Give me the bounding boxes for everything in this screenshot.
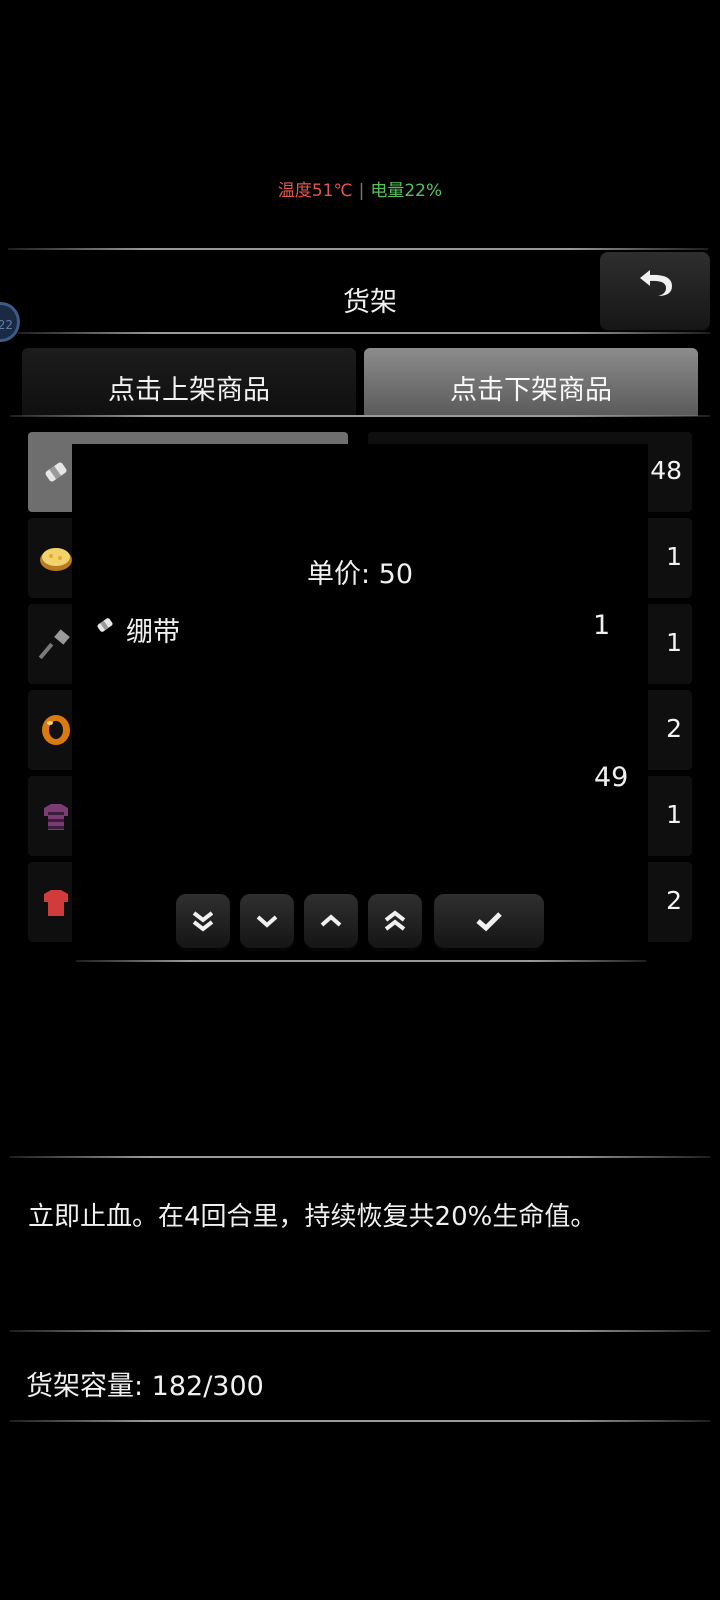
- selected-quantity: 1: [593, 610, 611, 641]
- decrease-max-button[interactable]: [176, 894, 230, 948]
- header-top-divider: [8, 248, 708, 250]
- tab-list-item[interactable]: 点击上架商品: [22, 348, 356, 416]
- hammer-icon: [38, 629, 70, 660]
- header-bottom-divider: [18, 332, 710, 334]
- item-count: 48: [650, 456, 682, 485]
- item-count: 1: [666, 800, 682, 829]
- confirm-check-icon: [476, 912, 502, 932]
- item-name: 绷带: [126, 617, 180, 648]
- tab-unlist-item[interactable]: 点击下架商品: [364, 348, 698, 416]
- increase-icon: [320, 914, 342, 927]
- temperature-text: 温度51℃: [277, 181, 353, 201]
- red-shirt-icon: [44, 890, 68, 916]
- striped-shirt-icon: [44, 804, 68, 830]
- item-count: 1: [666, 542, 682, 571]
- description-top-divider: [10, 1156, 710, 1158]
- stock-total: 49: [594, 762, 629, 793]
- bandage-icon: [97, 618, 113, 632]
- system-status-overlay: 温度51℃ | 电量22%: [0, 176, 720, 201]
- item-count: 2: [666, 714, 682, 743]
- undo-arrow-icon: [640, 270, 672, 296]
- dialog-bottom-divider: [76, 960, 646, 962]
- decrease-button[interactable]: [240, 894, 294, 948]
- item-description: 立即止血。在4回合里，持续恢复共20%生命值。: [28, 1202, 597, 1232]
- increase-button[interactable]: [304, 894, 358, 948]
- item-count: 1: [666, 628, 682, 657]
- back-button[interactable]: [600, 252, 710, 330]
- unit-price-label: 单价: 50: [306, 559, 414, 590]
- bandage-icon: [45, 462, 67, 482]
- status-divider: |: [358, 181, 365, 201]
- tabs-divider: [10, 415, 710, 417]
- pie-icon: [40, 548, 72, 571]
- confirm-button[interactable]: [434, 894, 544, 948]
- ring-icon: [42, 715, 70, 745]
- battery-text: 电量22%: [370, 181, 443, 201]
- increase-max-icon: [384, 910, 406, 931]
- decrease-max-icon: [192, 911, 214, 932]
- shelf-capacity: 货架容量: 182/300: [26, 1371, 264, 1402]
- decrease-icon: [256, 915, 278, 928]
- description-bottom-divider: [10, 1330, 710, 1332]
- footer-divider: [10, 1420, 710, 1422]
- item-count: 2: [666, 886, 682, 915]
- quantity-dialog: [72, 444, 648, 964]
- increase-max-button[interactable]: [368, 894, 422, 948]
